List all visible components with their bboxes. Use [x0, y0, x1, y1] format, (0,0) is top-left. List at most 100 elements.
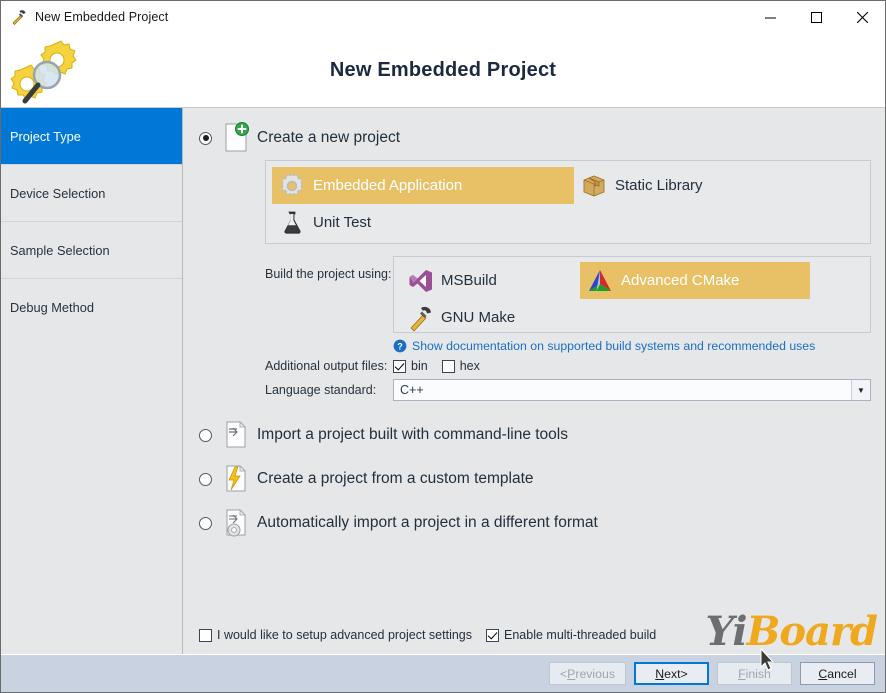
- build-system-gnu-make[interactable]: GNU Make: [400, 299, 580, 336]
- option-import-command-line[interactable]: Import a project built with command-line…: [199, 419, 871, 451]
- finish-button-rest: inish: [745, 666, 771, 681]
- cancel-button-mnemonic: C: [818, 666, 828, 681]
- language-standard-combobox[interactable]: C++ ▼: [393, 379, 871, 401]
- sidebar-item-label: Sample Selection: [10, 242, 110, 258]
- checkbox-advanced-project-settings-label: I would like to setup advanced project s…: [217, 628, 473, 642]
- language-standard-row: Language standard: C++ ▼: [265, 379, 871, 401]
- additional-output-files-label: Additional output files:: [265, 359, 388, 373]
- wizard-step-sidebar: Project Type Device Selection Sample Sel…: [1, 108, 183, 654]
- import-document-icon: [221, 419, 251, 451]
- documentation-link-row[interactable]: ? Show documentation on supported build …: [393, 339, 871, 353]
- sidebar-item-label: Device Selection: [10, 185, 106, 201]
- new-embedded-project-window: New Embedded Project New Embedded Projec…: [0, 0, 886, 693]
- title-bar: New Embedded Project: [1, 1, 885, 33]
- option-create-new-project[interactable]: Create a new project: [199, 122, 871, 154]
- close-button[interactable]: [839, 1, 885, 33]
- chevron-down-icon[interactable]: ▼: [851, 380, 870, 400]
- project-type-label: Embedded Application: [313, 177, 463, 194]
- svg-text:?: ?: [397, 341, 403, 351]
- previous-button[interactable]: < Previous: [548, 662, 626, 685]
- build-system-label: Advanced CMake: [621, 272, 740, 289]
- build-system-label: GNU Make: [441, 309, 516, 326]
- previous-button-rest: revious: [575, 666, 615, 681]
- checkbox-enable-multithreaded-build[interactable]: [486, 628, 500, 642]
- build-system-msbuild[interactable]: MSBuild: [400, 262, 580, 299]
- checkbox-enable-multithreaded-build-label: Enable multi-threaded build: [504, 628, 657, 642]
- dialog-body: Project Type Device Selection Sample Sel…: [1, 107, 885, 654]
- lightning-document-icon: [221, 463, 251, 495]
- language-standard-label: Language standard:: [265, 383, 377, 397]
- finish-button[interactable]: Finish: [717, 662, 792, 685]
- other-project-options: Import a project built with command-line…: [199, 419, 871, 539]
- next-button-mnemonic: N: [655, 666, 665, 681]
- checkbox-hex-label: hex: [459, 359, 480, 373]
- watermark: YiBoard: [706, 612, 879, 652]
- project-type-row-2: Unit Test: [272, 204, 864, 241]
- previous-button-mnemonic: P: [567, 666, 576, 681]
- project-type-unit-test[interactable]: Unit Test: [272, 204, 422, 241]
- cmake-triangle-icon: [586, 267, 614, 295]
- build-system-label: Build the project using:: [265, 267, 392, 281]
- additional-output-files-row: Additional output files: bin hex: [265, 359, 871, 373]
- build-system-advanced-cmake[interactable]: Advanced CMake: [580, 262, 810, 299]
- project-type-static-library[interactable]: Static Library: [574, 167, 724, 204]
- project-type-embedded-application[interactable]: Embedded Application: [272, 167, 574, 204]
- option-custom-template[interactable]: Create a project from a custom template: [199, 463, 871, 495]
- new-document-plus-icon: [221, 122, 251, 154]
- minimize-button[interactable]: [747, 1, 793, 33]
- visual-studio-icon: [406, 267, 434, 295]
- checkbox-bin-label: bin: [411, 359, 428, 373]
- checkbox-hex[interactable]: [441, 359, 455, 373]
- radio-create-new-project[interactable]: [199, 131, 212, 145]
- finish-button-mnemonic: F: [738, 666, 746, 681]
- next-button-rest: ext: [664, 666, 681, 681]
- sidebar-item-label: Project Type: [10, 128, 81, 144]
- page-title: New Embedded Project: [329, 58, 557, 81]
- option-label: Create a project from a custom template: [257, 470, 534, 487]
- dialog-header: New Embedded Project: [1, 33, 885, 107]
- import-gear-document-icon: [221, 507, 251, 539]
- maximize-button[interactable]: [793, 1, 839, 33]
- build-system-group: MSBuild Advanced CMake GNU Make: [393, 256, 871, 333]
- next-button[interactable]: Next >: [634, 662, 709, 685]
- package-box-icon: [580, 172, 608, 200]
- sidebar-item-debug-method[interactable]: Debug Method: [1, 279, 182, 335]
- radio-auto-import-different-format[interactable]: [199, 516, 212, 530]
- watermark-part-2: Board: [746, 608, 878, 655]
- sidebar-item-sample-selection[interactable]: Sample Selection: [1, 222, 182, 278]
- language-standard-value: C++: [400, 383, 424, 397]
- radio-import-command-line[interactable]: [199, 428, 212, 442]
- project-type-label: Static Library: [615, 177, 703, 194]
- sidebar-item-device-selection[interactable]: Device Selection: [1, 165, 182, 221]
- build-system-row-2: GNU Make: [400, 299, 864, 336]
- sidebar-item-label: Debug Method: [10, 299, 94, 315]
- cancel-button[interactable]: Cancel: [800, 662, 875, 685]
- project-type-label: Unit Test: [313, 214, 372, 231]
- option-auto-import-different-format[interactable]: Automatically import a project in a diff…: [199, 507, 871, 539]
- option-label: Automatically import a project in a diff…: [257, 514, 598, 531]
- option-label: Create a new project: [257, 129, 401, 146]
- hammer-icon: [406, 304, 434, 332]
- build-system-row-1: MSBuild Advanced CMake: [400, 262, 864, 299]
- watermark-part-1: Yi: [705, 608, 748, 655]
- documentation-link[interactable]: Show documentation on supported build sy…: [412, 339, 815, 353]
- window-controls: [747, 1, 885, 33]
- option-label: Import a project built with command-line…: [257, 426, 568, 443]
- window-title: New Embedded Project: [35, 10, 169, 24]
- info-question-icon: ?: [393, 339, 407, 353]
- checkbox-bin[interactable]: [393, 359, 406, 373]
- build-system-label: MSBuild: [441, 272, 497, 289]
- checkbox-advanced-project-settings[interactable]: [199, 628, 212, 642]
- project-type-group: Embedded Application Static Library Unit…: [265, 160, 871, 244]
- advanced-options-row: I would like to setup advanced project s…: [199, 628, 670, 642]
- next-button-suffix: >: [680, 666, 688, 681]
- dialog-footer: < Previous Next > Finish Cancel: [1, 647, 885, 692]
- project-type-row-1: Embedded Application Static Library: [272, 167, 864, 204]
- gear-icon: [278, 172, 306, 200]
- gears-magnifier-icon: [9, 35, 89, 107]
- sidebar-item-project-type[interactable]: Project Type: [1, 108, 182, 164]
- cancel-button-rest: ancel: [827, 666, 857, 681]
- flask-icon: [278, 209, 306, 237]
- radio-custom-template[interactable]: [199, 472, 212, 486]
- previous-button-prefix: <: [559, 666, 568, 681]
